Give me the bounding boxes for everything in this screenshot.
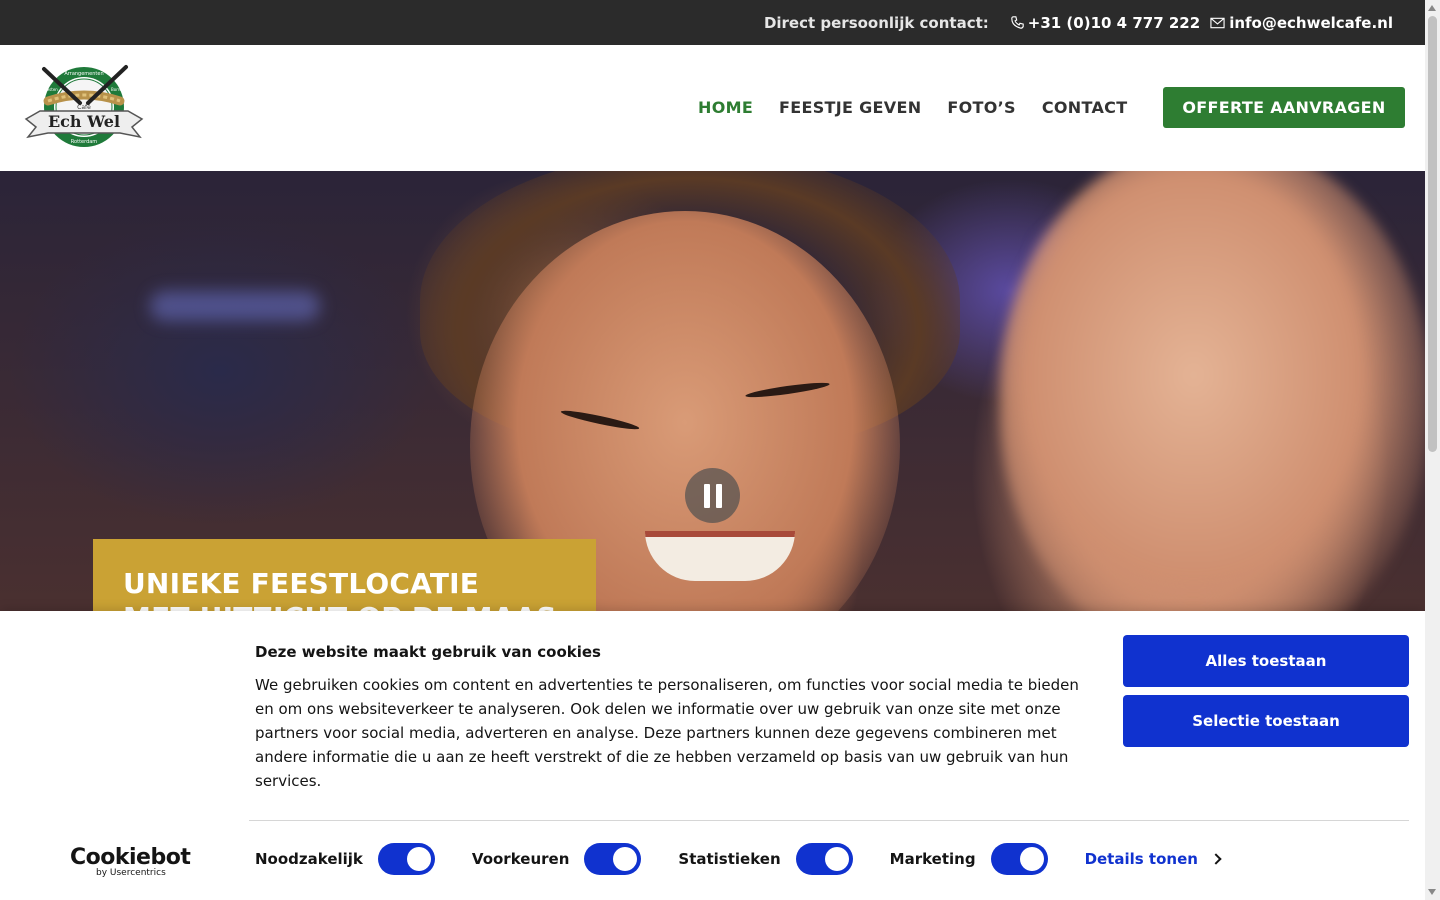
hero-headline-box: UNIEKE FEESTLOCATIE MET UITZICHT OP DE M…: [93, 539, 596, 611]
logo-ring-bottom: Rotterdam: [71, 139, 98, 145]
logo-main-text: Ech Wel: [48, 112, 120, 131]
scroll-up-icon[interactable]: [1428, 5, 1436, 11]
details-label: Details tonen: [1084, 850, 1198, 868]
scroll-down-icon[interactable]: [1428, 889, 1436, 895]
contact-label: Direct persoonlijk contact:: [763, 13, 989, 32]
email-link[interactable]: info@echwelcafe.nl: [1210, 14, 1393, 32]
nav-contact[interactable]: CONTACT: [1042, 98, 1128, 117]
logo-ring-right: Borrels: [111, 87, 125, 92]
cookie-banner: Deze website maakt gebruik van cookies W…: [0, 611, 1425, 900]
cookie-divider: [249, 820, 1409, 821]
page-scrollbar[interactable]: [1425, 0, 1440, 900]
statistieken-switch[interactable]: [795, 843, 853, 875]
details-toggle[interactable]: Details tonen: [1084, 850, 1222, 868]
offerte-aanvragen-button[interactable]: OFFERTE AANVRAGEN: [1163, 87, 1405, 128]
phone-icon: [1011, 16, 1024, 29]
logo-ring-top: Arrangementen: [64, 71, 103, 77]
hero-light-glow: [150, 291, 320, 321]
toggle-label: Marketing: [889, 850, 976, 868]
main-nav: HOME FEESTJE GEVEN FOTO’S CONTACT: [698, 98, 1127, 117]
toggle-label: Voorkeuren: [471, 850, 570, 868]
contact-bar: Direct persoonlijk contact: +31 (0)10 4 …: [0, 0, 1425, 45]
pause-icon: [703, 483, 710, 508]
scrollbar-thumb[interactable]: [1428, 16, 1437, 452]
mail-icon: [1210, 17, 1225, 28]
nav-feestje-geven[interactable]: FEESTJE GEVEN: [779, 98, 921, 117]
noodzakelijk-switch[interactable]: [377, 843, 435, 875]
cookie-text: We gebruiken cookies om content en adver…: [255, 676, 1079, 790]
toggle-noodzakelijk: Noodzakelijk: [255, 843, 435, 875]
page: Direct persoonlijk contact: +31 (0)10 4 …: [0, 0, 1440, 900]
site-header: Café Ech Wel Arrangementen Rotterdam Fee…: [0, 45, 1425, 171]
allow-all-button[interactable]: Alles toestaan: [1123, 635, 1409, 687]
voorkeuren-switch[interactable]: [584, 843, 642, 875]
nav-home[interactable]: HOME: [698, 98, 753, 117]
pause-icon-bar: [715, 483, 722, 508]
cookiebot-logo[interactable]: Cookiebot by Usercentrics: [70, 845, 191, 878]
toggle-marketing: Marketing: [890, 843, 1048, 875]
hero-heading: UNIEKE FEESTLOCATIE MET UITZICHT OP DE M…: [123, 567, 557, 611]
toggle-label: Statistieken: [678, 850, 781, 868]
allow-selection-button[interactable]: Selectie toestaan: [1123, 695, 1409, 747]
pause-video-button[interactable]: [685, 468, 740, 523]
switch-knob: [824, 847, 849, 871]
switch-knob: [1019, 847, 1044, 871]
hero-face-shape: [1000, 171, 1425, 611]
nav-fotos[interactable]: FOTO’S: [947, 98, 1015, 117]
toggle-voorkeuren: Voorkeuren: [471, 843, 642, 875]
logo-cafe-text: Café: [77, 104, 91, 111]
toggle-label: Noodzakelijk: [255, 850, 363, 868]
toggle-statistieken: Statistieken: [678, 843, 853, 875]
phone-number: +31 (0)10 4 777 222: [1027, 13, 1201, 32]
switch-knob: [613, 847, 638, 871]
email-address: info@echwelcafe.nl: [1229, 13, 1393, 32]
switch-knob: [406, 847, 431, 871]
phone-link[interactable]: +31 (0)10 4 777 222: [1011, 14, 1200, 32]
cookiebot-brand: Cookiebot: [70, 845, 191, 870]
cookie-title: Deze website maakt gebruik van cookies: [255, 643, 601, 661]
site-logo[interactable]: Café Ech Wel Arrangementen Rotterdam Fee…: [20, 61, 148, 157]
logo-ring-left: Feesten: [42, 87, 58, 92]
chevron-right-icon: [1210, 853, 1222, 865]
hero-video[interactable]: UNIEKE FEESTLOCATIE MET UITZICHT OP DE M…: [0, 171, 1425, 611]
marketing-switch[interactable]: [990, 843, 1048, 875]
cookie-toggles: Noodzakelijk Voorkeuren Statistieken Mar…: [255, 843, 1222, 875]
